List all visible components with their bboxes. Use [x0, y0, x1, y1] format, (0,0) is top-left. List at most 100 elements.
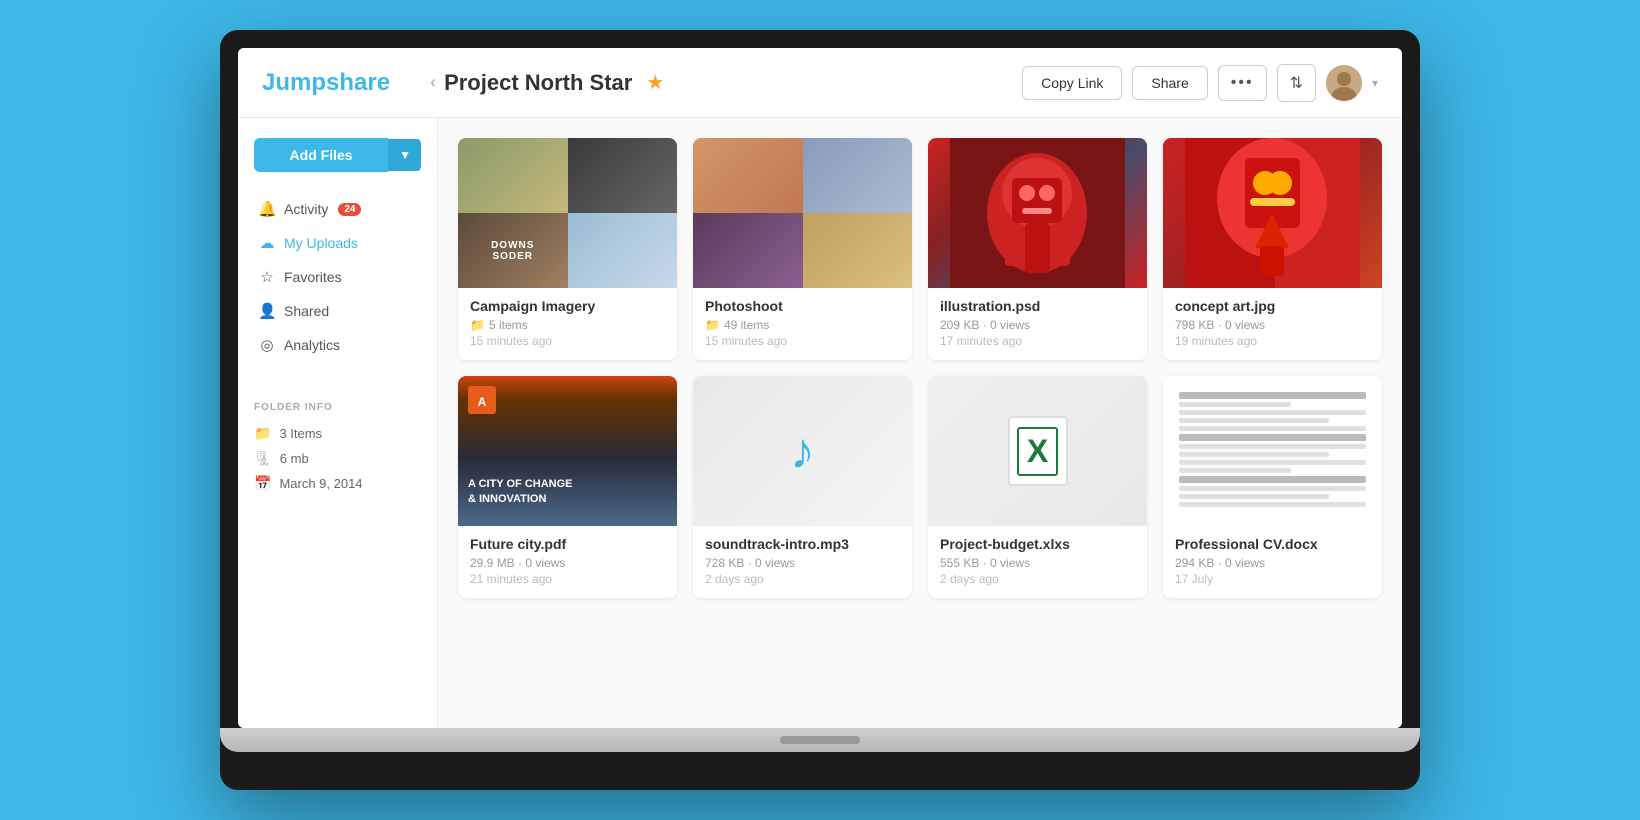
file-card-photoshoot[interactable]: Photoshoot 📁 49 items 15 minutes ago — [693, 138, 912, 360]
file-time: 21 minutes ago — [470, 572, 665, 586]
file-thumbnail — [1163, 376, 1382, 526]
folder-info-date: 📅 March 9, 2014 — [254, 475, 421, 492]
sidebar-item-label: Analytics — [284, 337, 340, 353]
sidebar-item-label: Shared — [284, 303, 329, 319]
file-info: Photoshoot 📁 49 items 15 minutes ago — [693, 288, 912, 360]
file-items-count: 49 items — [724, 318, 769, 332]
sidebar-item-analytics[interactable]: ◎ Analytics — [254, 328, 421, 362]
share-button[interactable]: Share — [1132, 66, 1207, 100]
file-size-views: 798 KB · 0 views — [1175, 318, 1265, 332]
thumb-segment — [568, 213, 678, 288]
file-name: concept art.jpg — [1175, 298, 1370, 314]
file-grid: DOWNSSODER Campaign Imagery 📁 5 items — [458, 138, 1382, 598]
main-content: Add Files ▼ 🔔 Activity 24 ☁ My Uploads — [238, 118, 1402, 728]
file-name: Future city.pdf — [470, 536, 665, 552]
file-info: Project-budget.xlxs 555 KB · 0 views 2 d… — [928, 526, 1147, 598]
avatar[interactable] — [1326, 65, 1362, 101]
illustration-thumb-svg — [928, 138, 1147, 288]
file-thumbnail: X — [928, 376, 1147, 526]
cv-line — [1179, 418, 1329, 423]
sidebar-item-favorites[interactable]: ☆ Favorites — [254, 260, 421, 294]
app-logo: Jumpshare — [262, 69, 390, 97]
file-time: 19 minutes ago — [1175, 334, 1370, 348]
sidebar: Add Files ▼ 🔔 Activity 24 ☁ My Uploads — [238, 118, 438, 728]
file-name: Campaign Imagery — [470, 298, 665, 314]
cv-line — [1179, 452, 1329, 457]
folder-icon: 📁 — [470, 318, 485, 332]
folder-size-label: 6 mb — [280, 451, 309, 466]
file-grid-area: DOWNSSODER Campaign Imagery 📁 5 items — [438, 118, 1402, 728]
file-card-soundtrack[interactable]: ♪ soundtrack-intro.mp3 728 KB · 0 views … — [693, 376, 912, 598]
sidebar-item-label: My Uploads — [284, 235, 358, 251]
file-time: 15 minutes ago — [705, 334, 900, 348]
file-meta: 798 KB · 0 views — [1175, 318, 1370, 332]
file-items-count: 5 items — [489, 318, 528, 332]
bell-icon: 🔔 — [258, 200, 276, 218]
file-size-views: 29.9 MB · 0 views — [470, 556, 565, 570]
file-time: 15 minutes ago — [470, 334, 665, 348]
file-name: Photoshoot — [705, 298, 900, 314]
file-name: Professional CV.docx — [1175, 536, 1370, 552]
sort-button[interactable]: ⇅ — [1277, 64, 1316, 102]
folder-info-title: FOLDER INFO — [254, 402, 421, 413]
file-card-project-budget[interactable]: X Project-budget.xlxs 555 KB · 0 views 2… — [928, 376, 1147, 598]
file-card-campaign-imagery[interactable]: DOWNSSODER Campaign Imagery 📁 5 items — [458, 138, 677, 360]
sidebar-item-activity[interactable]: 🔔 Activity 24 — [254, 192, 421, 226]
file-meta: 📁 5 items — [470, 318, 665, 332]
sidebar-item-my-uploads[interactable]: ☁ My Uploads — [254, 226, 421, 260]
concept-thumb-svg — [1163, 138, 1382, 288]
add-files-main-button[interactable]: Add Files — [254, 138, 388, 172]
thumb-segment — [803, 138, 913, 213]
file-thumbnail: A A CITY OF CHANGE& INNOVATION — [458, 376, 677, 526]
file-card-illustration[interactable]: illustration.psd 209 KB · 0 views 17 min… — [928, 138, 1147, 360]
sidebar-item-shared[interactable]: 👤 Shared — [254, 294, 421, 328]
excel-x-symbol: X — [1017, 427, 1058, 476]
cv-line — [1179, 460, 1366, 465]
file-meta: 728 KB · 0 views — [705, 556, 900, 570]
user-chevron-icon[interactable]: ▾ — [1372, 76, 1378, 90]
cv-line — [1179, 476, 1366, 483]
page-title: Project North Star — [444, 70, 632, 96]
file-thumbnail — [693, 138, 912, 288]
excel-icon: X — [1008, 416, 1068, 486]
cv-line — [1179, 402, 1291, 407]
folder-icon: 📁 — [254, 425, 271, 442]
file-card-concept-art[interactable]: concept art.jpg 798 KB · 0 views 19 minu… — [1163, 138, 1382, 360]
thumb-segment — [693, 138, 803, 213]
thumb-segment — [568, 138, 678, 213]
analytics-icon: ◎ — [258, 336, 276, 354]
cv-line — [1179, 410, 1366, 415]
file-info: concept art.jpg 798 KB · 0 views 19 minu… — [1163, 288, 1382, 360]
folder-info-items-count: 📁 3 Items — [254, 425, 421, 442]
more-options-button[interactable]: ••• — [1218, 65, 1267, 101]
file-thumbnail: DOWNSSODER — [458, 138, 677, 288]
copy-link-button[interactable]: Copy Link — [1022, 66, 1122, 100]
folder-info-section: FOLDER INFO 📁 3 Items 🗜 6 mb 📅 March 9, … — [254, 386, 421, 492]
file-info: illustration.psd 209 KB · 0 views 17 min… — [928, 288, 1147, 360]
sidebar-item-label: Activity — [284, 201, 328, 217]
file-info: Future city.pdf 29.9 MB · 0 views 21 min… — [458, 526, 677, 598]
activity-badge: 24 — [338, 203, 361, 216]
pdf-logo: A — [468, 386, 496, 414]
cv-line — [1179, 468, 1291, 473]
cv-line — [1179, 444, 1366, 449]
file-time: 17 minutes ago — [940, 334, 1135, 348]
file-time: 17 July — [1175, 572, 1370, 586]
sidebar-navigation: 🔔 Activity 24 ☁ My Uploads ☆ Favorites — [254, 192, 421, 362]
cv-line — [1179, 502, 1366, 507]
file-meta: 209 KB · 0 views — [940, 318, 1135, 332]
cv-line — [1179, 434, 1366, 441]
cv-line — [1179, 392, 1366, 399]
file-card-professional-cv[interactable]: Professional CV.docx 294 KB · 0 views 17… — [1163, 376, 1382, 598]
folder-icon: 📁 — [705, 318, 720, 332]
shared-icon: 👤 — [258, 302, 276, 320]
back-chevron-icon[interactable]: ‹ — [430, 72, 436, 93]
file-card-future-city[interactable]: A A CITY OF CHANGE& INNOVATION Future c — [458, 376, 677, 598]
add-files-button[interactable]: Add Files ▼ — [254, 138, 421, 172]
cv-line — [1179, 494, 1329, 499]
folder-date-label: March 9, 2014 — [279, 476, 362, 491]
add-files-dropdown-button[interactable]: ▼ — [388, 139, 421, 171]
favorite-star-icon[interactable]: ★ — [646, 70, 664, 95]
star-outline-icon: ☆ — [258, 268, 276, 286]
thumb-segment — [458, 138, 568, 213]
